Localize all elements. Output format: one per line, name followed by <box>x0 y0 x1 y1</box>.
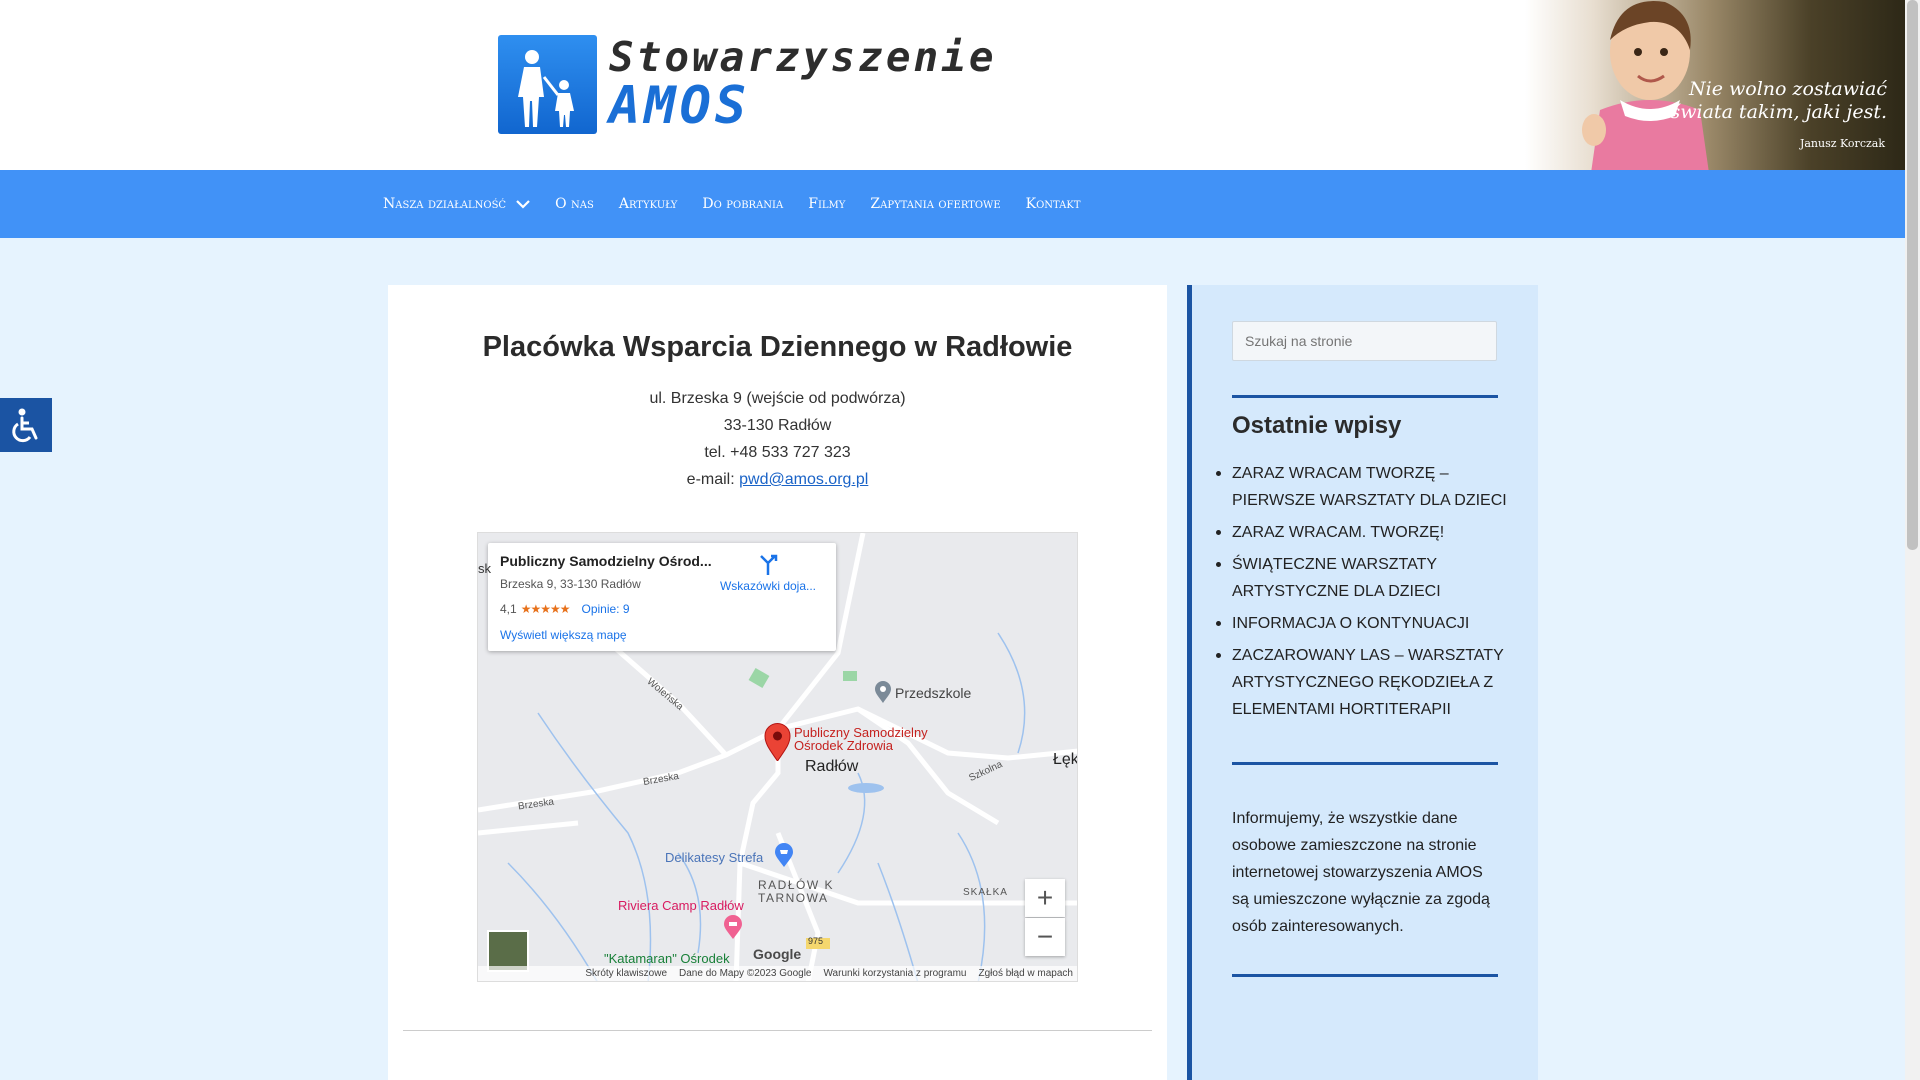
map-marker-icon[interactable] <box>764 723 791 766</box>
map-satellite-toggle[interactable] <box>488 931 528 971</box>
hero-banner: Nie wolno zostawiać świata takim, jaki j… <box>1525 0 1905 170</box>
map-report-link[interactable]: Zgłoś błąd w mapach <box>979 968 1074 979</box>
map-marker-label: Publiczny Samodzielny Ośrodek Zdrowia <box>794 726 928 752</box>
google-logo: Google <box>753 946 802 962</box>
chevron-down-icon[interactable] <box>516 199 530 209</box>
nav-item-do-pobrania[interactable]: Do pobrania <box>702 196 783 212</box>
site-logo[interactable]: Stowarzyszenie AMOS <box>498 35 997 134</box>
shopping-cart-pin-icon <box>774 843 794 872</box>
school-pin-icon <box>874 681 892 708</box>
page-scrollbar[interactable] <box>1905 0 1920 1080</box>
map-zoom-out-button[interactable]: − <box>1025 918 1065 956</box>
recent-post-link[interactable]: ZARAZ WRACAM TWORZĘ – PIERWSZE WARSZTATY… <box>1216 460 1507 514</box>
sidebar: Ostatnie wpisy ZARAZ WRACAM TWORZĘ – PIE… <box>1187 285 1538 1080</box>
map-reviews-link[interactable]: Opinie: 9 <box>581 602 629 616</box>
map-place-address: Brzeska 9, 33-130 Radłów <box>500 577 641 591</box>
map-marker-label-line2: Ośrodek Zdrowia <box>794 738 893 753</box>
camping-pin-icon <box>723 915 743 944</box>
map-label-town: Radłów <box>805 758 859 775</box>
nav-item-filmy[interactable]: Filmy <box>808 196 845 212</box>
phone-number: tel. +48 533 727 323 <box>704 444 851 461</box>
banner-quote-author: Janusz Korczak <box>1799 137 1885 150</box>
nav-item-label: Nasza działalność <box>383 196 507 212</box>
recent-post-link[interactable]: ZARAZ WRACAM. TWORZĘ! <box>1216 519 1507 546</box>
map-directions-label: Wskazówki doja... <box>719 579 817 593</box>
recent-post-link[interactable]: ŚWIĄTECZNE WARSZTATY ARTYSTYCZNE DLA DZI… <box>1216 551 1507 605</box>
recent-post-link[interactable]: INFORMACJA O KONTYNUACJI <box>1216 610 1507 637</box>
sidebar-divider <box>1232 974 1498 977</box>
nav-item-kontakt[interactable]: Kontakt <box>1026 196 1081 212</box>
map-label-sk: sk <box>478 561 491 576</box>
recent-posts-list: ZARAZ WRACAM TWORZĘ – PIERWSZE WARSZTATY… <box>1216 460 1507 728</box>
map-rating: 4,1 ★★★★★ Opinie: 9 <box>500 602 630 616</box>
recent-posts-title: Ostatnie wpisy <box>1232 412 1402 439</box>
logo-family-icon <box>498 35 597 134</box>
map-data-attribution: Dane do Mapy ©2023 Google <box>679 968 812 979</box>
nav-item-artykuly[interactable]: Artykuły <box>619 196 678 212</box>
logo-subtitle: AMOS <box>609 76 751 136</box>
email-label: e-mail: <box>686 471 735 488</box>
map-label-riviera: Riviera Camp Radłów <box>618 898 744 913</box>
map-rating-value: 4,1 <box>500 602 517 616</box>
map-place-name: Publiczny Samodzielny Ośrod... <box>500 553 712 569</box>
map-label-delikatesy: Delikatesy Strefa <box>665 850 764 865</box>
nav-item-o-nas[interactable]: O nas <box>555 196 594 212</box>
nav-item-zapytania-ofertowe[interactable]: Zapytania ofertowe <box>870 196 1000 212</box>
privacy-notice: Informujemy, że wszystkie dane osobowe z… <box>1232 810 1490 935</box>
address-line1: ul. Brzeska 9 (wejście od podwórza) <box>649 390 906 407</box>
star-icon: ★★★★★ <box>520 602 571 616</box>
banner-quote-line2: świata takim, jaki jest. <box>1670 101 1887 123</box>
map-larger-link[interactable]: Wyświetl większą mapę <box>500 628 627 642</box>
email-link[interactable]: pwd@amos.org.pl <box>739 471 868 488</box>
accessibility-icon <box>12 408 38 443</box>
map-directions-button[interactable]: Wskazówki doja... <box>713 553 823 593</box>
map-label-radlow-k: RADŁÓW K TARNOWA <box>758 879 834 905</box>
google-map[interactable]: Publiczny Samodzielny Ośrod... Brzeska 9… <box>477 532 1078 982</box>
map-zoom-in-button[interactable]: + <box>1025 879 1065 917</box>
recent-post-link[interactable]: ZACZAROWANY LAS – WARSZTATY ARTYSTYCZNEG… <box>1216 642 1507 723</box>
logo-title: Stowarzyszenie <box>609 33 997 81</box>
map-label-skalka: SKAŁKA <box>963 887 1008 898</box>
contact-address: ul. Brzeska 9 (wejście od podwórza) 33-1… <box>388 385 1167 493</box>
map-label-przedszkole: Przedszkole <box>895 685 972 701</box>
accessibility-button[interactable] <box>0 398 52 452</box>
map-label-katamaran: "Katamaran" Ośrodek <box>604 951 730 966</box>
map-label-road: 975 <box>808 936 824 946</box>
site-header: Stowarzyszenie AMOS Nie wolno zostawiać … <box>0 0 1905 170</box>
sidebar-divider <box>1232 395 1498 398</box>
map-keyboard-shortcuts[interactable]: Skróty klawiszowe <box>585 968 667 979</box>
nav-item-nasza-dzialalnosc[interactable]: Nasza działalność <box>383 196 530 212</box>
map-info-card: Publiczny Samodzielny Ośrod... Brzeska 9… <box>488 543 836 651</box>
directions-icon <box>760 554 778 575</box>
sidebar-divider <box>1232 762 1498 765</box>
content-divider <box>403 1030 1152 1031</box>
map-label-lek: Łęk <box>1053 751 1078 768</box>
content-card: Placówka Wsparcia Dziennego w Radłowie u… <box>388 285 1167 1080</box>
banner-quote-line1: Nie wolno zostawiać <box>1689 78 1887 100</box>
search-input[interactable] <box>1232 321 1497 361</box>
scrollbar-thumb[interactable] <box>1907 0 1918 550</box>
main-navigation: Nasza działalność O nas Artykuły Do pobr… <box>0 170 1905 238</box>
map-label-radlow-k-line2: TARNOWA <box>758 891 829 905</box>
page-title: Placówka Wsparcia Dziennego w Radłowie <box>482 331 1073 363</box>
address-line2: 33-130 Radłów <box>723 417 832 434</box>
map-terms-link[interactable]: Warunki korzystania z programu <box>823 968 966 979</box>
map-footer: Skróty klawiszowe Dane do Mapy ©2023 Goo… <box>478 966 1077 981</box>
